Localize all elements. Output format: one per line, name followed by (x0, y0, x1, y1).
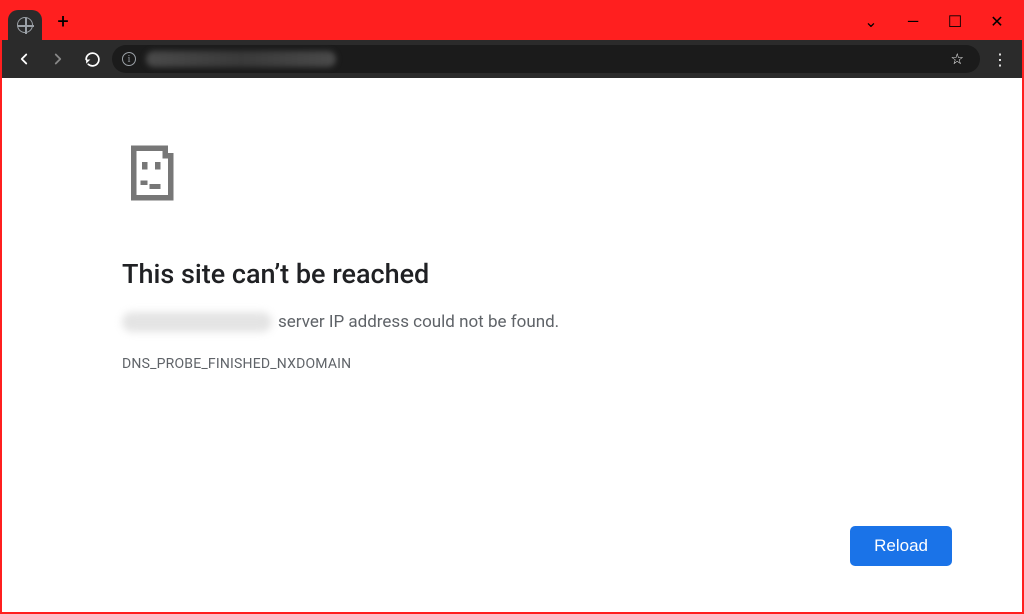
error-code: DNS_PROBE_FINISHED_NXDOMAIN (122, 356, 642, 372)
page-viewport: This site can’t be reached server IP add… (2, 78, 1022, 612)
new-tab-button[interactable]: + (48, 6, 78, 36)
url-text-redacted (146, 51, 336, 67)
reload-button[interactable]: Reload (850, 526, 952, 566)
browser-toolbar: i ☆ ⋮ (2, 40, 1022, 78)
bookmark-star-icon[interactable]: ☆ (951, 50, 964, 68)
browser-menu-button[interactable]: ⋮ (986, 45, 1014, 73)
sad-document-icon (122, 142, 642, 212)
window-maximize-button[interactable]: ☐ (934, 5, 976, 37)
error-container: This site can’t be reached server IP add… (2, 78, 642, 372)
window-minimize-button[interactable]: — (892, 5, 934, 37)
globe-icon (17, 17, 33, 33)
address-bar[interactable]: i ☆ (112, 45, 980, 73)
tab-strip: + (2, 2, 78, 40)
reload-nav-button[interactable] (78, 45, 106, 73)
window-controls: ⌄ — ☐ ✕ (850, 2, 1022, 40)
browser-tab[interactable] (8, 10, 42, 40)
window-dropdown-button[interactable]: ⌄ (850, 5, 892, 37)
forward-button[interactable] (44, 45, 72, 73)
site-info-icon[interactable]: i (122, 52, 136, 66)
window-close-button[interactable]: ✕ (976, 5, 1018, 37)
error-message: server IP address could not be found. (122, 312, 642, 332)
error-title: This site can’t be reached (122, 258, 642, 290)
window-titlebar: + ⌄ — ☐ ✕ (2, 2, 1022, 40)
back-button[interactable] (10, 45, 38, 73)
error-message-text: server IP address could not be found. (278, 312, 559, 332)
domain-redacted (122, 312, 272, 332)
